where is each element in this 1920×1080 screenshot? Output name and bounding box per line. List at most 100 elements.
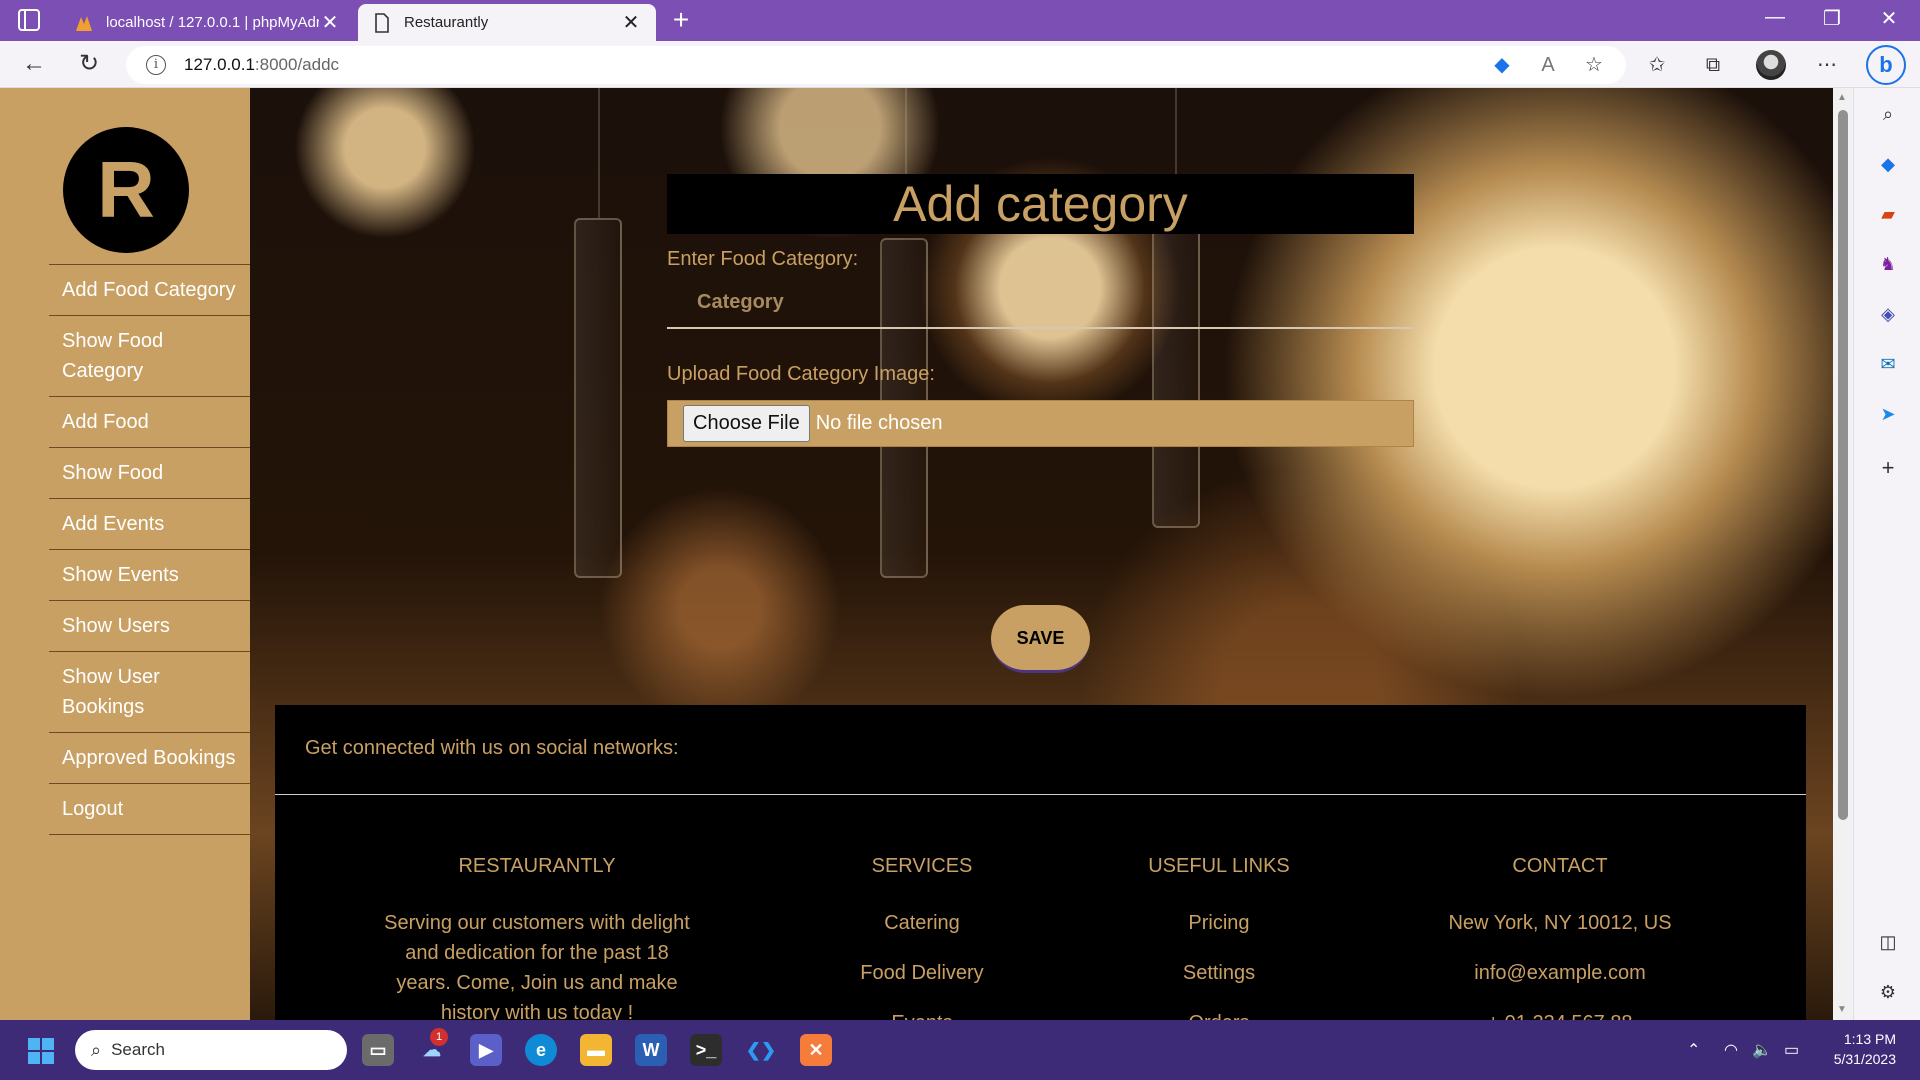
tab-title: Restaurantly bbox=[404, 14, 489, 31]
volume-icon[interactable]: 🔈 bbox=[1752, 1040, 1772, 1060]
scroll-thumb[interactable] bbox=[1838, 110, 1848, 820]
xampp-icon[interactable]: ✕ bbox=[800, 1034, 832, 1066]
refresh-icon[interactable]: ↻ bbox=[73, 49, 105, 81]
search-icon: ⌕ bbox=[91, 1039, 102, 1060]
site-info-icon[interactable]: i bbox=[146, 55, 166, 75]
page-footer: Get connected with us on social networks… bbox=[275, 705, 1806, 1020]
favorites-icon[interactable]: ✩ bbox=[1643, 51, 1671, 79]
outlook-icon[interactable]: ✉ bbox=[1876, 352, 1900, 376]
settings-gear-icon[interactable]: ⚙ bbox=[1876, 980, 1900, 1004]
terminal-icon[interactable]: >_ bbox=[690, 1034, 722, 1066]
drop-icon[interactable]: ➤ bbox=[1876, 402, 1900, 426]
category-label: Enter Food Category: bbox=[667, 248, 859, 270]
wifi-icon[interactable]: ◠ bbox=[1724, 1040, 1738, 1060]
edge-browser-icon[interactable]: e bbox=[525, 1034, 557, 1066]
sidebar-item-show-events[interactable]: Show Events bbox=[49, 550, 250, 601]
window-close-icon[interactable]: ✕ bbox=[1867, 6, 1911, 31]
tab-close-icon[interactable]: ✕ bbox=[620, 10, 642, 35]
show-hidden-icons[interactable]: ⌃ bbox=[1687, 1040, 1700, 1060]
sidebar-item-show-users[interactable]: Show Users bbox=[49, 601, 250, 652]
sidebar-item-add-food-category[interactable]: Add Food Category bbox=[49, 265, 250, 316]
scroll-down-icon[interactable]: ▼ bbox=[1837, 1004, 1847, 1015]
address-bar[interactable]: i 127.0.0.1:8000/addc bbox=[126, 46, 1626, 84]
phpmyadmin-favicon-icon bbox=[74, 13, 94, 33]
footer-link-catering[interactable]: Catering bbox=[792, 908, 1052, 938]
footer-link-food-delivery[interactable]: Food Delivery bbox=[792, 958, 1052, 988]
url-host: 127.0.0.1 bbox=[184, 55, 255, 74]
sidebar-menu: Add Food Category Show Food Category Add… bbox=[49, 264, 250, 835]
clock-date: 5/31/2023 bbox=[1833, 1051, 1896, 1067]
footer-col-contact: CONTACT New York, NY 10012, US info@exam… bbox=[1395, 855, 1725, 1020]
url-path: :8000/addc bbox=[254, 55, 340, 74]
footer-divider bbox=[275, 794, 1806, 795]
tab-close-icon[interactable]: ✕ bbox=[319, 10, 341, 35]
windows-taskbar: ⌕ Search ▭ ☁ 1 ▶ e ▬ W >_ ❮❯ ✕ ⌃ ◠ 🔈 ▭ 1… bbox=[0, 1020, 1920, 1080]
taskbar-search[interactable]: ⌕ Search bbox=[75, 1030, 347, 1070]
sidebar-item-show-user-bookings[interactable]: Show User Bookings bbox=[49, 652, 250, 733]
admin-sidebar: R Add Food Category Show Food Category A… bbox=[0, 88, 250, 1020]
shopping-icon[interactable]: ◆ bbox=[1876, 152, 1900, 176]
add-sidebar-app-icon[interactable]: + bbox=[1876, 456, 1900, 480]
tab-actions-icon[interactable] bbox=[18, 9, 40, 31]
minimize-icon[interactable]: — bbox=[1753, 6, 1797, 29]
footer-link-events[interactable]: Events bbox=[792, 1008, 1052, 1020]
games-icon[interactable]: ♞ bbox=[1876, 252, 1900, 276]
footer-link-orders[interactable]: Orders bbox=[1089, 1008, 1349, 1020]
page-title: Add category bbox=[667, 174, 1414, 234]
profile-avatar[interactable] bbox=[1756, 50, 1786, 80]
task-view-icon[interactable]: ▭ bbox=[362, 1034, 394, 1066]
word-icon[interactable]: W bbox=[635, 1034, 667, 1066]
sidebar-item-approved-bookings[interactable]: Approved Bookings bbox=[49, 733, 250, 784]
sidebar-item-logout[interactable]: Logout bbox=[49, 784, 250, 835]
more-options-icon[interactable]: ⋯ bbox=[1813, 51, 1841, 79]
search-icon[interactable]: ⌕ bbox=[1876, 102, 1900, 126]
choose-file-button[interactable]: Choose File bbox=[683, 405, 810, 442]
social-networks-text: Get connected with us on social networks… bbox=[305, 737, 679, 759]
browser-toolbar: ← ↻ i 127.0.0.1:8000/addc ◆ A ☆ ✩ ⧉ ⋯ b bbox=[0, 41, 1920, 88]
browser-tab-bar: localhost / 127.0.0.1 | phpMyAdmin ✕ Res… bbox=[0, 0, 1920, 41]
tab-title: localhost / 127.0.0.1 | phpMyAdmin bbox=[106, 14, 319, 31]
hide-sidebar-icon[interactable]: ◫ bbox=[1876, 930, 1900, 954]
footer-link-settings[interactable]: Settings bbox=[1089, 958, 1349, 988]
battery-icon[interactable]: ▭ bbox=[1784, 1040, 1799, 1060]
bing-chat-icon[interactable]: b bbox=[1866, 45, 1906, 85]
teams-icon[interactable]: ▶ bbox=[470, 1034, 502, 1066]
tab-restaurantly[interactable]: Restaurantly ✕ bbox=[358, 4, 656, 41]
save-button[interactable]: SAVE bbox=[991, 605, 1090, 673]
page-favicon-icon bbox=[372, 12, 392, 33]
sidebar-item-add-events[interactable]: Add Events bbox=[49, 499, 250, 550]
file-upload-field[interactable]: Choose File No file chosen bbox=[667, 400, 1414, 447]
tab-phpmyadmin[interactable]: localhost / 127.0.0.1 | phpMyAdmin ✕ bbox=[60, 4, 355, 41]
footer-contact-email[interactable]: info@example.com bbox=[1395, 958, 1725, 988]
footer-col-restaurantly: RESTAURANTLY Serving our customers with … bbox=[377, 855, 697, 1020]
tools-icon[interactable]: ▰ bbox=[1876, 202, 1900, 226]
page-scrollbar[interactable]: ▲ ▼ bbox=[1833, 88, 1853, 1020]
windows-start-icon[interactable] bbox=[28, 1038, 54, 1064]
restore-icon[interactable]: ❐ bbox=[1810, 6, 1854, 31]
footer-heading: CONTACT bbox=[1512, 855, 1608, 877]
sidebar-item-add-food[interactable]: Add Food bbox=[49, 397, 250, 448]
category-input[interactable] bbox=[667, 277, 1414, 329]
sidebar-item-show-food-category[interactable]: Show Food Category bbox=[49, 316, 250, 397]
page-viewport: R Add Food Category Show Food Category A… bbox=[0, 88, 1833, 1020]
taskbar-clock[interactable]: 1:13 PM 5/31/2023 bbox=[1820, 1029, 1896, 1069]
footer-heading: USEFUL LINKS bbox=[1148, 855, 1290, 877]
footer-col-useful-links: USEFUL LINKS Pricing Settings Orders bbox=[1089, 855, 1349, 1020]
clock-time: 1:13 PM bbox=[1843, 1031, 1896, 1047]
footer-heading: RESTAURANTLY bbox=[458, 855, 616, 877]
scroll-up-icon[interactable]: ▲ bbox=[1837, 92, 1847, 103]
lamp-wire bbox=[598, 88, 600, 218]
vscode-icon[interactable]: ❮❯ bbox=[745, 1034, 777, 1066]
collections-icon[interactable]: ⧉ bbox=[1699, 51, 1727, 79]
footer-link-pricing[interactable]: Pricing bbox=[1089, 908, 1349, 938]
read-aloud-icon[interactable]: A bbox=[1534, 51, 1562, 79]
footer-col-services: SERVICES Catering Food Delivery Events bbox=[792, 855, 1052, 1020]
sidebar-item-show-food[interactable]: Show Food bbox=[49, 448, 250, 499]
microsoft365-icon[interactable]: ◈ bbox=[1876, 302, 1900, 326]
file-explorer-icon[interactable]: ▬ bbox=[580, 1034, 612, 1066]
add-favorite-icon[interactable]: ☆ bbox=[1580, 51, 1608, 79]
new-tab-icon[interactable]: + bbox=[666, 6, 696, 34]
shopping-tag-icon[interactable]: ◆ bbox=[1488, 51, 1516, 79]
back-icon[interactable]: ← bbox=[18, 49, 50, 81]
restaurant-logo: R bbox=[63, 127, 189, 253]
